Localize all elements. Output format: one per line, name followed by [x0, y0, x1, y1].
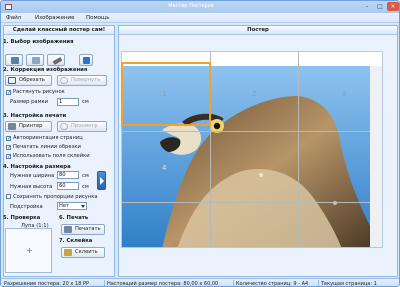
- rotate-button[interactable]: Повернуть: [57, 75, 107, 86]
- edit-image-button[interactable]: [47, 54, 65, 66]
- autoorient-checkbox[interactable]: ✓ Автоориентация страниц: [6, 135, 83, 142]
- help-button[interactable]: [79, 54, 93, 66]
- question-icon: [83, 57, 90, 64]
- magnifier-icon: [60, 123, 68, 130]
- menu-file[interactable]: Файл: [6, 15, 21, 21]
- section-size: 4. Настройка размера: [3, 164, 71, 170]
- open-image-button[interactable]: [5, 54, 23, 66]
- status-pages: Количество страниц: 9 - A4: [236, 281, 309, 287]
- status-real-size: Настоящий размер постера: 80,00 x 60,00: [107, 281, 219, 287]
- menu-image[interactable]: Изображение: [35, 15, 75, 21]
- menu-help[interactable]: Помощь: [86, 15, 109, 21]
- height-input[interactable]: 60: [57, 182, 79, 190]
- section-glue: 7. Склейка: [59, 238, 93, 244]
- status-resolution: Разрешение постера: 20 x 18 PP: [4, 281, 89, 287]
- page-divider: [298, 52, 299, 247]
- frame-unit-label: см: [82, 99, 89, 105]
- close-button[interactable]: ×: [387, 2, 399, 11]
- current-page-highlight[interactable]: [121, 62, 211, 126]
- height-unit-label: см: [82, 184, 89, 190]
- title-bar: Мастер Постеров – □ ×: [1, 1, 399, 13]
- brush-icon: [52, 57, 63, 65]
- print-icon: [64, 226, 72, 233]
- checkbox-box: ✓: [6, 136, 12, 142]
- status-separator: [233, 280, 234, 286]
- width-label: Нужная ширина: [10, 173, 55, 179]
- preview-button[interactable]: Просмотр: [57, 121, 107, 132]
- fit-select[interactable]: Нет: [57, 202, 87, 210]
- glue-icon: [64, 249, 72, 256]
- checkbox-box: [6, 194, 11, 199]
- height-label: Нужная высота: [10, 184, 53, 190]
- window-title: Мастер Постеров: [168, 3, 214, 9]
- crosshair-icon: +: [26, 246, 33, 255]
- wizard-header: Сделай классный постер сам!: [4, 26, 114, 35]
- minimize-button[interactable]: –: [361, 2, 373, 11]
- crop-button[interactable]: Обрезать: [5, 75, 52, 86]
- gluefields-checkbox[interactable]: ✓ Использовать поля склейки: [6, 153, 90, 160]
- section-check: 5. Проверка: [3, 215, 41, 221]
- page-number: 2: [252, 90, 257, 98]
- image-icon: [11, 57, 19, 64]
- printer-icon: [8, 123, 16, 130]
- arrow-right-icon: [100, 177, 104, 185]
- photo-icon: [32, 57, 40, 64]
- printer-button[interactable]: Принтер: [5, 121, 52, 132]
- app-logo-icon: [5, 4, 12, 10]
- width-unit-label: см: [82, 173, 89, 179]
- apply-size-button[interactable]: [97, 171, 106, 190]
- rotate-icon: [60, 77, 68, 84]
- width-input[interactable]: 80: [57, 171, 79, 179]
- stretch-checkbox[interactable]: ✓ Растянуть рисунок: [6, 89, 65, 96]
- maximize-button[interactable]: □: [374, 2, 386, 11]
- page-number: 4: [162, 164, 167, 172]
- page-divider: [122, 202, 382, 203]
- menu-bar: Файл Изображение Помощь: [1, 13, 399, 23]
- status-current-page: Текущая страница: 1: [321, 281, 377, 287]
- fit-label: Подстройка: [10, 204, 43, 210]
- frame-size-label: Размер рамки: [10, 99, 49, 105]
- section-select-image: 1. Выбор изображения: [3, 39, 74, 45]
- page-divider: [122, 131, 382, 132]
- loupe-preview: +: [5, 228, 52, 273]
- crop-icon: [8, 77, 16, 84]
- checkbox-box: ✓: [6, 90, 12, 96]
- poster-header: Постер: [119, 26, 397, 35]
- status-separator: [104, 280, 105, 286]
- section-print: 6. Печать: [59, 215, 89, 221]
- page-number: 3: [342, 90, 347, 98]
- section-correction: 2. Коррекция изображения: [3, 67, 88, 73]
- glue-button[interactable]: Склеить: [61, 247, 105, 258]
- section-print-setup: 3. Настройка печати: [3, 113, 67, 119]
- status-bar: Разрешение постера: 20 x 18 PP Настоящий…: [1, 278, 399, 287]
- cutlines-checkbox[interactable]: ✓ Печатать линии обрезки: [6, 144, 81, 151]
- app-window: Мастер Постеров – □ × Файл Изображение П…: [0, 0, 400, 287]
- status-separator: [318, 280, 319, 286]
- keep-ratio-checkbox[interactable]: Сохранять пропорции рисунка: [6, 194, 98, 200]
- print-button[interactable]: Печатать: [61, 224, 105, 235]
- chevron-down-icon: [81, 205, 85, 208]
- checkbox-box: ✓: [6, 145, 12, 151]
- frame-size-input[interactable]: 1: [57, 98, 79, 106]
- page-margin: [370, 66, 382, 247]
- checkbox-box: ✓: [6, 154, 12, 160]
- image-props-button[interactable]: [26, 54, 44, 66]
